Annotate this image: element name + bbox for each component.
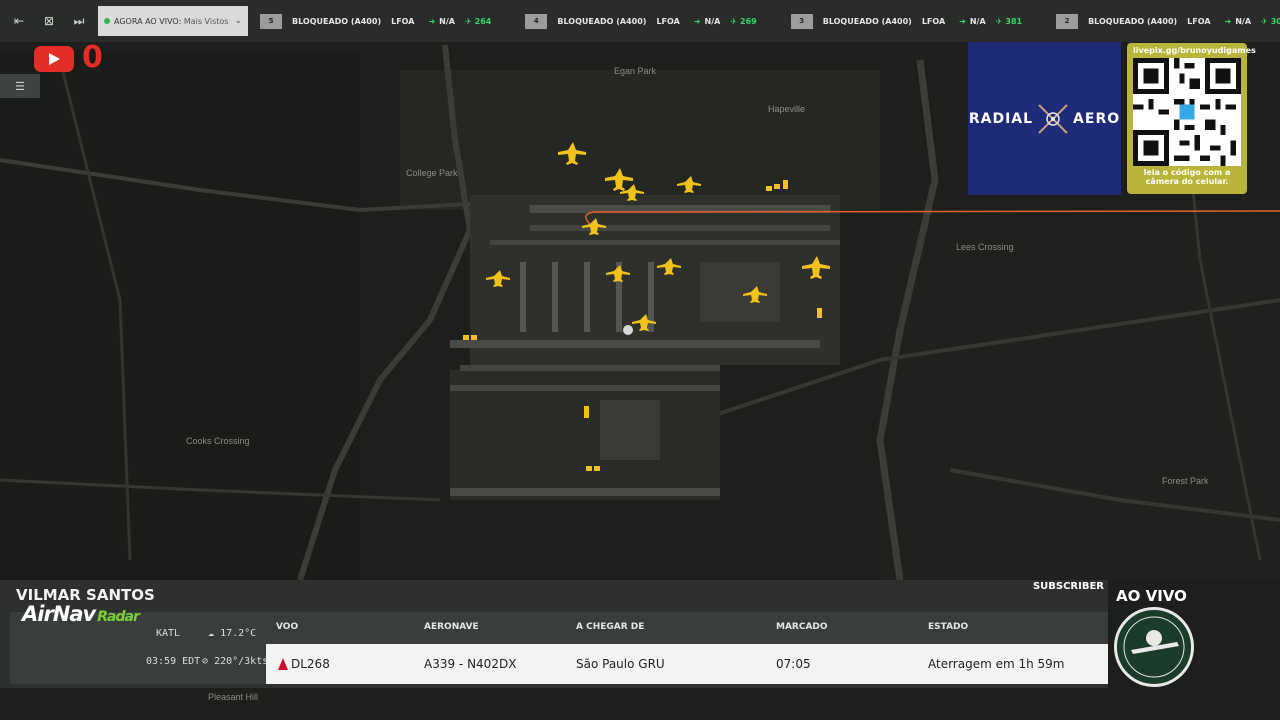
flight-status: Aterragem em 1h 59m (928, 657, 1065, 671)
channel-badge-icon (1114, 607, 1194, 687)
list-icon[interactable]: ☰ (0, 74, 40, 98)
skip-icon[interactable]: ⏭ (68, 10, 90, 32)
subscriber-label: SUBSCRIBER (1032, 581, 1104, 592)
map-label: College Park (406, 168, 458, 178)
ticker-rank: 5 (260, 13, 282, 29)
header-marcado: MARCADO (776, 622, 828, 632)
qr-code (1133, 58, 1241, 166)
delta-logo-icon (278, 658, 288, 670)
ticker-item[interactable]: 2 BLOQUEADO (A400) LFOA ➜N/A ✈303 (1056, 13, 1280, 29)
live-counter: 0 (82, 40, 103, 75)
plane-icon: ✈ (1261, 16, 1268, 26)
ticker-dest: LFOA (1187, 16, 1211, 26)
header-chegar: A CHEGAR DE (576, 622, 645, 632)
mode-select-value: Mais Vistos (183, 16, 229, 26)
ticker-dest2: N/A (969, 16, 986, 26)
thermometer-icon: ☁ (208, 628, 215, 639)
ticker-item[interactable]: 5 BLOQUEADO (A400) LFOA ➜ N/A ✈ 264 (260, 13, 492, 29)
aircraft-type: A339 - N402DX (424, 657, 517, 671)
chevron-down-icon: ⌄ (234, 16, 242, 26)
map-label: Hapeville (768, 104, 805, 114)
most-viewed-ticker: 5 BLOQUEADO (A400) LFOA ➜ N/A ✈ 264 4 BLOQUEADO … (260, 13, 1280, 29)
ground-vehicle (766, 186, 772, 191)
flight-number: DL268 (291, 657, 330, 671)
ticker-rank: 2 (1056, 13, 1079, 29)
ticker-rank: 3 (790, 13, 813, 29)
youtube-icon (34, 46, 74, 72)
local-time: 03:59 EDT (146, 656, 201, 667)
ticker-count: 303 (1270, 16, 1280, 26)
ticker-count: 381 (1005, 16, 1023, 26)
stream-overlay: Egan Park Hapeville College Park Cooks C… (0, 0, 1280, 720)
qr-url: livepix.gg/brunoyudigames (1133, 46, 1256, 55)
ticker-dest: LFOA (656, 16, 680, 26)
wind-icon: ⊘ (202, 656, 209, 667)
ticker-status: BLOQUEADO (A400) (1088, 16, 1178, 26)
mode-select[interactable]: AGORA AO VIVO: Mais Vistos ⌄ (98, 6, 248, 36)
header-aeronave: AERONAVE (424, 622, 479, 632)
map-label: Forest Park (1162, 476, 1209, 486)
ground-vehicle (463, 335, 469, 340)
map-label: Cooks Crossing (186, 436, 250, 446)
ticker-item[interactable]: 3 BLOQUEADO (A400) LFOA ➜ N/A ✈ 381 (790, 13, 1023, 29)
ground-vehicle (774, 184, 780, 189)
ground-vehicle (584, 406, 589, 418)
plane-icon: ✈ (464, 16, 472, 26)
ground-vehicle (817, 308, 822, 318)
ticker-dest2: N/A (704, 16, 721, 26)
window-icon[interactable]: ⊠ (38, 10, 60, 32)
ticker-rank: 4 (525, 13, 548, 29)
ticker-count: 264 (474, 16, 492, 26)
qr-caption: leia o código com a câmera do celular. (1143, 168, 1231, 186)
propeller-logo-icon (1036, 102, 1070, 136)
arrow-right-icon: ➜ (1224, 16, 1232, 26)
wind: 220°/3kts (214, 656, 269, 667)
ticker-dest: LFOA (391, 16, 415, 26)
top-bar: ⇤ ⊠ ⏭ AGORA AO VIVO: Mais Vistos ⌄ 5 BLOQ… (0, 0, 1280, 42)
sidebar-collapse-icon[interactable]: ⇤ (8, 10, 30, 32)
plane-icon: ✈ (995, 16, 1003, 26)
plane-icon: ✈ (730, 16, 738, 26)
live-dot-icon (104, 18, 110, 24)
ticker-dest2: N/A (1235, 16, 1252, 26)
sponsor-banner: RADIAL AERO (968, 42, 1121, 195)
map-label: Pleasant Hill (208, 692, 258, 702)
scheduled-time: 07:05 (776, 657, 811, 671)
ground-vehicle (586, 466, 592, 471)
ticker-status: BLOQUEADO (A400) (557, 16, 647, 26)
ground-vehicle (783, 180, 788, 189)
ground-vehicle (594, 466, 600, 471)
ground-vehicle (471, 335, 477, 340)
column-headers: VOO AERONAVE A CHEGAR DE MARCADO ESTADO (266, 616, 1108, 646)
airnav-logo: AirNav Radar (22, 602, 140, 626)
ticker-dest: LFOA (921, 16, 946, 26)
temperature: 17.2°C (220, 628, 257, 639)
airnav-brand: AirNav (22, 602, 96, 626)
flight-row[interactable]: DL268 A339 - N402DX São Paulo GRU 07:05 … (266, 644, 1108, 684)
ticker-status: BLOQUEADO (A400) (292, 16, 382, 26)
airnav-brand-sub: Radar (97, 609, 140, 625)
sponsor-name-left: RADIAL (968, 110, 1034, 127)
header-estado: ESTADO (928, 622, 969, 632)
sponsor-name-right: AERO (1073, 110, 1121, 127)
ticker-item[interactable]: 4 BLOQUEADO (A400) LFOA ➜ N/A ✈ 269 (525, 13, 757, 29)
header-voo: VOO (276, 622, 299, 632)
map-label: Egan Park (614, 66, 657, 76)
arrow-right-icon: ➜ (959, 16, 966, 26)
airport-code: KATL (156, 628, 181, 639)
mode-select-label: AGORA AO VIVO: (114, 16, 182, 26)
origin: São Paulo GRU (576, 657, 665, 671)
arrow-right-icon: ➜ (693, 16, 701, 26)
qr-donation-box: livepix.gg/brunoyudigames leia o código … (1127, 43, 1256, 194)
ticker-dest2: N/A (439, 16, 455, 26)
selected-location-marker[interactable] (623, 325, 633, 335)
ticker-status: BLOQUEADO (A400) (822, 16, 912, 26)
map-label: Lees Crossing (956, 242, 1014, 252)
arrow-right-icon: ➜ (428, 16, 436, 26)
live-label: AO VIVO (1116, 587, 1187, 605)
ticker-count: 269 (740, 16, 757, 26)
